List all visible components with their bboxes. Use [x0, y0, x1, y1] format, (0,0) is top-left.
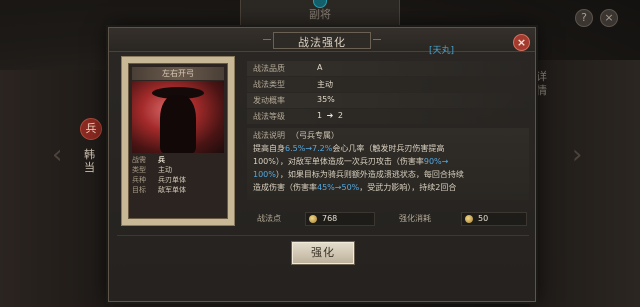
description-line: 100%），如果目标为骑兵则额外造成溃逃状态，每回合持续 — [253, 168, 523, 181]
skill-points-label: 战法点 — [257, 214, 281, 223]
skill-card-name: 左右开弓 — [162, 69, 194, 78]
detail-key: 战法品质 — [253, 64, 285, 73]
title-decoration-left — [263, 39, 271, 40]
skill-card-inner: 左右开弓 战需 兵 类型 主动 兵种 兵刃单体 目标 敌军单体 — [128, 63, 228, 219]
detail-value: 主动 — [317, 80, 333, 89]
dialog-close-button[interactable]: × — [513, 34, 530, 51]
general-name: 韩当 — [84, 148, 95, 174]
card-info-value: 兵刃单体 — [158, 176, 186, 184]
description-header: 战法说明 （弓兵专属） — [253, 130, 523, 142]
skill-points-stat: 战法点 768 — [251, 212, 379, 226]
text-span: 造成伤害（伤害率 — [253, 183, 317, 192]
title-decoration-right — [373, 39, 381, 40]
detail-key: 战法等级 — [253, 112, 285, 121]
dialog-title-frame: 战法强化 — [273, 32, 371, 49]
highlight-value: 90%→ — [423, 157, 449, 166]
enhance-cost-stat: 强化消耗 50 — [393, 212, 529, 226]
card-info-row: 类型 主动 — [132, 165, 224, 175]
description-line: 造成伤害（伤害率45%→50%，受武力影响），持续2回合 — [253, 181, 523, 194]
skill-tag: [天丸] — [429, 46, 455, 56]
level-from: 1 — [317, 111, 323, 120]
skill-quality-row: 战法品质 A — [247, 61, 529, 76]
enhance-cost-label: 强化消耗 — [399, 214, 431, 223]
description-text: 提高自身6.5%→7.2%会心几率（触发时兵刃伤害提高 100%），对敌军单体造… — [253, 142, 523, 194]
card-info-key: 类型 — [132, 166, 146, 174]
description-title: 战法说明 — [253, 131, 285, 140]
text-span: 提高自身 — [253, 144, 285, 153]
unit-badge: 兵 — [80, 118, 102, 140]
details-tab[interactable]: 详情 — [536, 70, 552, 98]
card-info-row: 兵种 兵刃单体 — [132, 175, 224, 185]
skill-points-value: 768 — [322, 214, 338, 223]
skill-level-row: 战法等级 1 ➔ 2 — [247, 109, 529, 124]
text-span: ，受武力影响），持续2回合 — [359, 183, 457, 192]
card-info-value: 主动 — [158, 166, 172, 174]
detail-value: 1 ➔ 2 — [317, 111, 343, 120]
card-info-key: 目标 — [132, 186, 146, 194]
arrow-right-icon[interactable]: › — [572, 140, 582, 170]
description-line: 100%），对敌军单体造成一次兵刃攻击（伤害率90%→ — [253, 155, 523, 168]
card-info-row: 战需 兵 — [132, 155, 224, 165]
detail-value: A — [317, 63, 323, 72]
card-info-key: 兵种 — [132, 176, 146, 184]
skill-detail-list: 战法品质 A 战法类型 主动 发动概率 35% 战法等级 1 ➔ 2 — [247, 61, 529, 125]
skill-card-name-strip: 左右开弓 — [132, 67, 224, 80]
trigger-rate-row: 发动概率 35% — [247, 93, 529, 108]
divider — [117, 235, 529, 236]
skill-card-artwork — [132, 81, 224, 153]
skill-description: 战法说明 （弓兵专属） 提高自身6.5%→7.2%会心几率（触发时兵刃伤害提高 1… — [247, 128, 529, 200]
detail-key: 战法类型 — [253, 80, 285, 89]
level-to: 2 — [337, 111, 343, 120]
close-icon[interactable]: × — [600, 9, 618, 27]
left-background-panel — [0, 70, 110, 307]
highlight-value: 6.5%→7.2% — [285, 144, 333, 153]
arrow-left-icon[interactable]: ‹ — [52, 140, 62, 170]
card-info-value: 敌军单体 — [158, 186, 186, 194]
card-info-key: 战需 — [132, 156, 146, 164]
help-icon[interactable]: ? — [575, 9, 593, 27]
dialog-title: 战法强化 — [298, 36, 346, 49]
dialog-header: 战法强化 — [109, 28, 535, 52]
skill-enhance-dialog: 战法强化 [天丸] × 左右开弓 战需 兵 类型 主动 兵种 兵刃单体 目标 敌… — [108, 27, 536, 302]
description-subtitle: （弓兵专属） — [291, 131, 339, 140]
highlight-value: 45%→50% — [317, 183, 360, 192]
card-info-row: 目标 敌军单体 — [132, 185, 224, 195]
description-line: 提高自身6.5%→7.2%会心几率（触发时兵刃伤害提高 — [253, 142, 523, 155]
text-span: 会心几率（触发时兵刃伤害提高 — [332, 144, 445, 153]
coin-icon — [465, 215, 473, 223]
coin-icon — [309, 215, 317, 223]
text-span: 100%），对敌军单体造成一次兵刃攻击（伤害率 — [253, 157, 424, 166]
skill-points-box: 768 — [305, 212, 375, 226]
enhance-cost-value: 50 — [478, 214, 489, 223]
skill-type-row: 战法类型 主动 — [247, 77, 529, 92]
highlight-value: 100% — [253, 170, 276, 179]
detail-key: 发动概率 — [253, 96, 285, 105]
warrior-silhouette — [160, 95, 196, 153]
text-span: ），如果目标为骑兵则额外造成溃逃状态，每回合持续 — [275, 170, 464, 179]
enhance-button[interactable]: 强化 — [292, 242, 354, 264]
enhance-cost-box: 50 — [461, 212, 527, 226]
arrow-right-icon: ➔ — [326, 111, 334, 120]
card-info-value: 兵 — [158, 156, 165, 164]
detail-value: 35% — [317, 95, 335, 104]
skill-card-info: 战需 兵 类型 主动 兵种 兵刃单体 目标 敌军单体 — [132, 155, 224, 195]
skill-card: 左右开弓 战需 兵 类型 主动 兵种 兵刃单体 目标 敌军单体 — [121, 56, 235, 226]
top-bar-label: 副将 — [309, 8, 331, 21]
